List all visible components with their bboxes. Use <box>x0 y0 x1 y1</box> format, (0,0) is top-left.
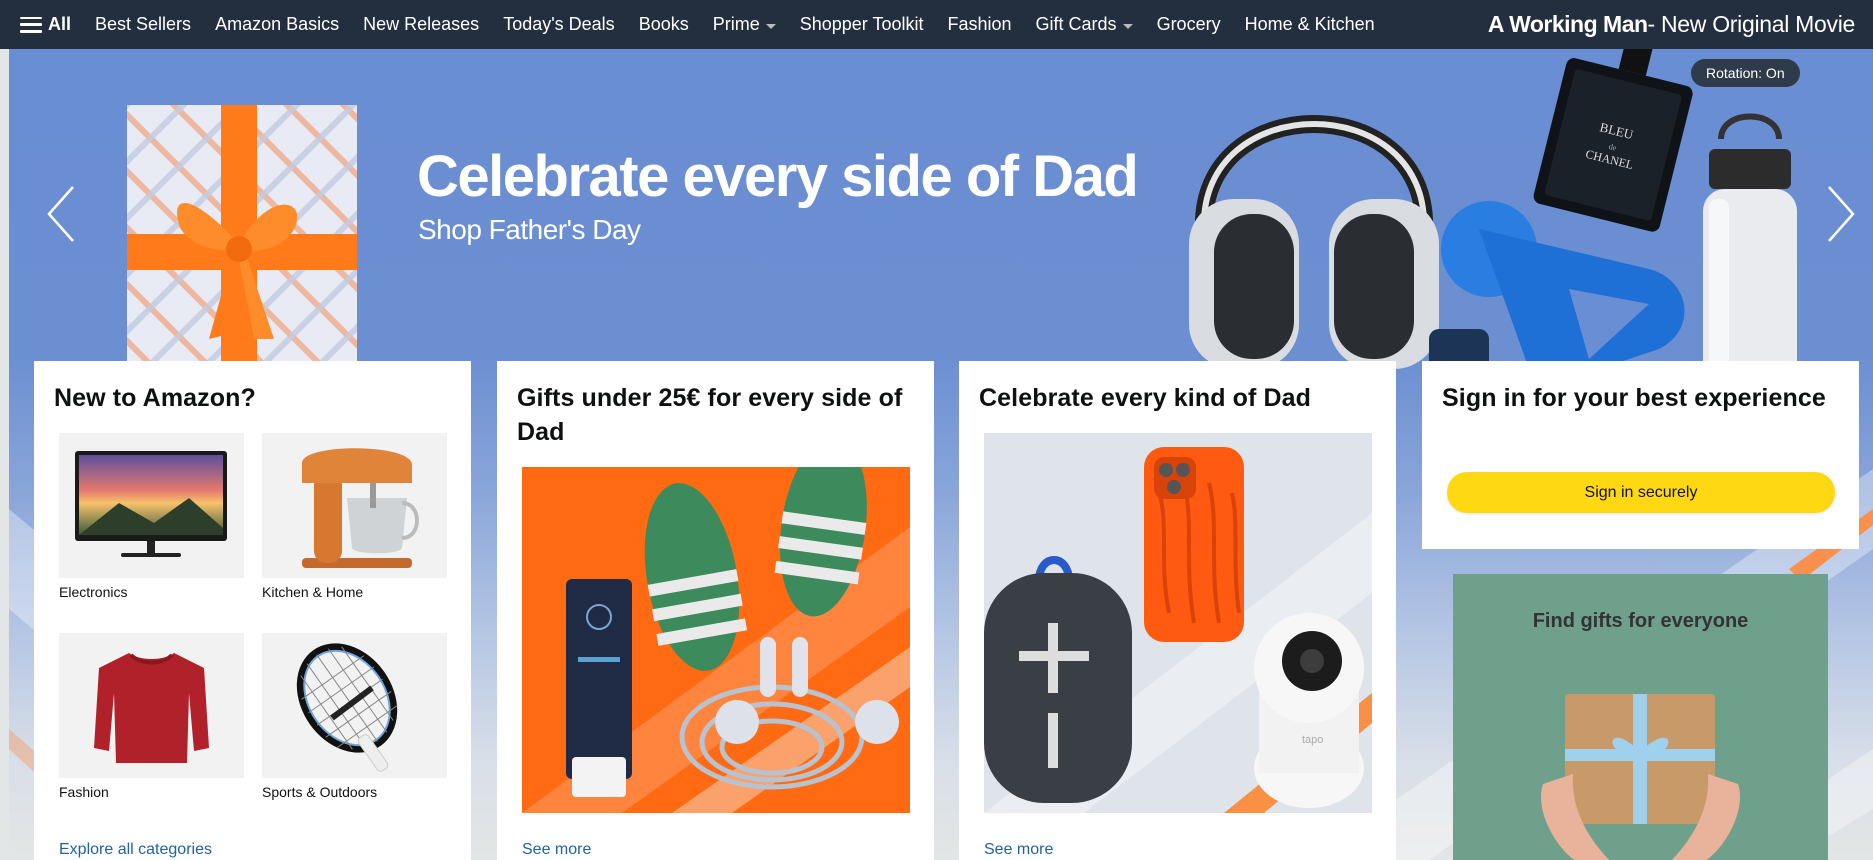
category-label: Sports & Outdoors <box>262 784 378 800</box>
nav-item-label: Books <box>638 14 689 34</box>
category-label: Fashion <box>59 784 109 800</box>
nav-item-prime[interactable]: Prime <box>701 0 788 49</box>
tennis-racket-icon <box>296 643 398 772</box>
sweater-icon <box>94 653 209 763</box>
carousel-rotation-toggle[interactable]: Rotation: On <box>1691 59 1800 87</box>
wrapped-gift-image <box>1541 694 1740 860</box>
card-sign-in: Sign in for your best experience Sign in… <box>1422 361 1859 549</box>
nav-item-amazon-basics[interactable]: Amazon Basics <box>203 0 351 49</box>
category-fashion[interactable]: Fashion <box>59 633 244 800</box>
headphones-image <box>1189 115 1439 369</box>
nav-item-label: Fashion <box>947 14 1012 34</box>
explore-all-categories-link[interactable]: Explore all categories <box>59 841 212 859</box>
ad-title: Find gifts for everyone <box>1532 610 1749 632</box>
card-title: Sign in for your best experience <box>1442 384 1826 412</box>
nav-item-label: Amazon Basics <box>215 14 340 34</box>
see-more-link[interactable]: See more <box>522 841 591 859</box>
category-electronics[interactable]: Electronics <box>59 433 244 600</box>
nav-item-grocery[interactable]: Grocery <box>1145 0 1233 49</box>
promo-subtitle: - New Original Movie <box>1647 11 1856 37</box>
all-menu-button[interactable]: All <box>0 0 83 49</box>
hero-subtitle[interactable]: Shop Father's Day <box>418 214 641 246</box>
nav-item-label: New Releases <box>363 14 480 34</box>
nav-item-label: Best Sellers <box>95 14 192 34</box>
dropdown-caret-icon <box>765 23 776 29</box>
category-label: Electronics <box>59 584 128 600</box>
nav-item-label: Grocery <box>1156 14 1221 34</box>
top-navigation-bar: All Best Sellers Amazon Basics New Release… <box>0 0 1873 49</box>
category-sports-outdoors[interactable]: Sports & Outdoors <box>262 633 447 800</box>
card-title: New to Amazon? <box>54 384 256 412</box>
card-title: Celebrate every kind of Dad <box>979 384 1311 412</box>
camera-brand-label: tapo <box>1302 734 1323 746</box>
nav-item-today-s-deals[interactable]: Today's Deals <box>491 0 627 49</box>
dropdown-caret-icon <box>1122 23 1133 29</box>
card-new-to-amazon: New to Amazon? Electronics Kitchen & Hom… <box>34 361 471 860</box>
nav-links: Best Sellers Amazon Basics New Releases Tod… <box>83 0 1387 49</box>
nav-item-label: Today's Deals <box>503 14 615 34</box>
see-more-link[interactable]: See more <box>984 841 1053 859</box>
gift-box-image <box>127 105 357 375</box>
dad-gadgets-image[interactable]: tapo <box>984 433 1372 813</box>
nav-item-fashion[interactable]: Fashion <box>935 0 1023 49</box>
carousel-next-icon[interactable] <box>1819 179 1859 249</box>
nav-item-books[interactable]: Books <box>627 0 701 49</box>
all-menu-label: All <box>48 14 72 34</box>
category-kitchen-home[interactable]: Kitchen & Home <box>262 433 447 600</box>
card-gifts-under-25: Gifts under 25€ for every side of Dad Se… <box>497 361 934 860</box>
nav-item-label: Shopper Toolkit <box>799 14 924 34</box>
gifts-product-image[interactable] <box>522 467 910 813</box>
category-label: Kitchen & Home <box>262 584 364 600</box>
find-gifts-ad[interactable]: Find gifts for everyone <box>1453 574 1828 860</box>
nav-item-home-kitchen[interactable]: Home & Kitchen <box>1233 0 1387 49</box>
nav-item-label: Prime <box>712 14 760 34</box>
stand-mixer-icon <box>302 448 419 568</box>
nav-item-label: Home & Kitchen <box>1244 14 1375 34</box>
hamburger-menu-icon <box>20 16 42 33</box>
sign-in-button[interactable]: Sign in securely <box>1447 472 1835 513</box>
nav-item-label: Gift Cards <box>1035 14 1117 34</box>
perfume-bottle-image: BLEU de CHANEL <box>1533 49 1693 232</box>
nav-item-best-sellers[interactable]: Best Sellers <box>83 0 203 49</box>
nav-item-gift-cards[interactable]: Gift Cards <box>1024 0 1145 49</box>
nav-item-shopper-toolkit[interactable]: Shopper Toolkit <box>788 0 936 49</box>
monitor-icon <box>75 451 227 557</box>
promo-title: A Working Man <box>1487 11 1648 37</box>
carousel-previous-icon[interactable] <box>43 179 83 249</box>
card-celebrate-dad: Celebrate every kind of Dad tapo See mor… <box>959 361 1396 860</box>
hero-title[interactable]: Celebrate every side of Dad <box>417 143 1139 210</box>
card-title: Gifts under 25€ for every side of Dad <box>517 384 903 446</box>
nav-item-new-releases[interactable]: New Releases <box>351 0 491 49</box>
promo-banner-link[interactable]: A Working Man - New Original Movie <box>1488 0 1855 49</box>
